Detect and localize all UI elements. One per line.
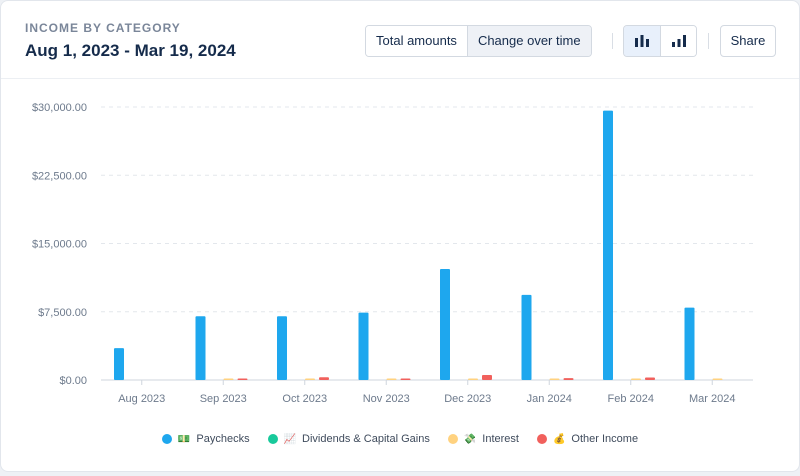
stacked-bars-button[interactable]: [660, 26, 696, 56]
bar[interactable]: [358, 312, 369, 380]
grouped-bars-button[interactable]: [624, 26, 660, 56]
card-header: INCOME BY CATEGORY Aug 1, 2023 - Mar 19,…: [1, 1, 799, 79]
y-tick-label: $30,000.00: [32, 102, 87, 114]
grouped-bar-chart-icon: [635, 35, 649, 47]
income-bar-chart: $0.00 $7,500.00 $15,000.00 $22,500.00 $30,00…: [32, 102, 753, 405]
bar[interactable]: [549, 378, 560, 381]
chart-style-toggle: [623, 25, 697, 57]
legend-dot: [536, 434, 547, 444]
legend-dot: [267, 434, 278, 444]
card-eyebrow: INCOME BY CATEGORY: [25, 21, 181, 35]
legend-label: Interest: [482, 433, 519, 445]
x-tick-label: Sep 2023: [200, 393, 247, 405]
bar[interactable]: [114, 348, 124, 380]
header-divider-2: [708, 33, 709, 49]
legend-item[interactable]: 💰 Other Income: [536, 429, 639, 449]
x-tick-label: Nov 2023: [363, 393, 410, 405]
header-divider: [612, 33, 613, 49]
view-toggle: Total amounts Change over time: [365, 25, 592, 57]
bar[interactable]: [319, 377, 329, 380]
bar[interactable]: [195, 316, 206, 380]
bar[interactable]: [645, 377, 655, 380]
stacked-bar-chart-icon: [671, 35, 686, 47]
legend-emoji-icon: 💸: [463, 433, 477, 445]
legend-emoji-icon: 💰: [552, 433, 566, 445]
chart-legend: 💵 Paychecks 📈 Dividends & Capital Gains 💸 Int…: [1, 429, 799, 449]
bar[interactable]: [712, 378, 723, 381]
bar[interactable]: [223, 378, 234, 381]
legend-item[interactable]: 💵 Paychecks: [161, 429, 250, 449]
total-amounts-button[interactable]: Total amounts: [366, 26, 467, 56]
date-range-title: Aug 1, 2023 - Mar 19, 2024: [25, 41, 236, 60]
bar[interactable]: [440, 268, 450, 380]
legend-item[interactable]: 📈 Dividends & Capital Gains: [267, 429, 430, 449]
legend-label: Dividends & Capital Gains: [302, 433, 430, 445]
x-tick-label: Mar 2024: [689, 393, 735, 405]
legend-dot: [447, 434, 458, 444]
legend-emoji-icon: 📈: [283, 433, 297, 445]
bar[interactable]: [400, 378, 411, 381]
y-tick-label: $15,000.00: [32, 239, 87, 251]
bar[interactable]: [237, 378, 248, 381]
bar[interactable]: [305, 378, 315, 381]
bar[interactable]: [631, 378, 641, 381]
y-tick-label: $0.00: [59, 375, 87, 387]
legend-label: Other Income: [571, 433, 639, 445]
y-tick-label: $7,500.00: [38, 307, 87, 319]
x-tick-label: Oct 2023: [282, 393, 327, 405]
legend-dot: [161, 434, 172, 444]
legend-item[interactable]: 💸 Interest: [447, 429, 519, 449]
x-tick-label: Feb 2024: [608, 393, 654, 405]
share-button[interactable]: Share: [720, 25, 776, 57]
bar[interactable]: [563, 378, 574, 380]
bar[interactable]: [521, 294, 532, 380]
bar[interactable]: [277, 316, 287, 380]
income-card: INCOME BY CATEGORY Aug 1, 2023 - Mar 19,…: [0, 0, 800, 472]
x-tick-label: Jan 2024: [527, 393, 572, 405]
y-tick-label: $22,500.00: [32, 170, 87, 182]
bar[interactable]: [468, 378, 478, 381]
legend-label: Paychecks: [196, 433, 250, 445]
legend-emoji-icon: 💵: [177, 433, 191, 445]
bar[interactable]: [684, 307, 695, 380]
bar[interactable]: [603, 110, 613, 380]
bar[interactable]: [482, 374, 492, 380]
bar[interactable]: [386, 378, 397, 381]
change-over-time-button[interactable]: Change over time: [466, 26, 591, 56]
x-tick-label: Dec 2023: [444, 393, 491, 405]
x-tick-label: Aug 2023: [118, 393, 165, 405]
